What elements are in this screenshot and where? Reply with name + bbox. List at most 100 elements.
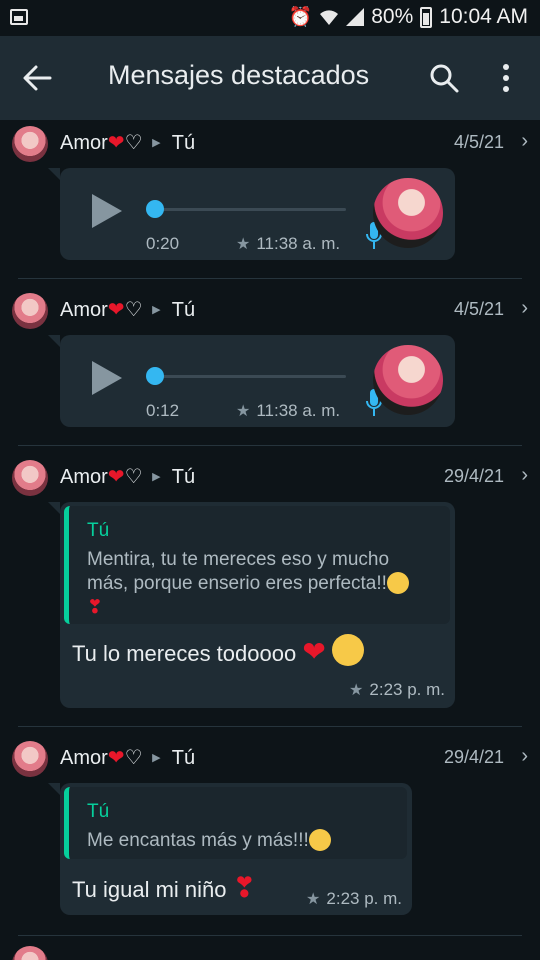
heart-emoji-icon: ❤ [107, 132, 125, 154]
message-date: 29/4/21 [443, 466, 504, 486]
message-text: Tu lo mereces todoooo [72, 641, 297, 666]
message-text-row: Tu lo mereces todoooo ❤ [72, 634, 364, 668]
quote-text: Me encantas más y más!!! [87, 829, 331, 853]
message-meta: ★ 2:23 p. m. [349, 680, 445, 700]
recipient-name: Tú [171, 466, 196, 488]
voice-sender-avatar [373, 178, 443, 248]
pleading-face-emoji-icon [331, 634, 364, 666]
starred-message-item[interactable]: Amor❤♡ ▶ Tú 29/4/21 › Tú Mentira, tu te … [0, 454, 540, 727]
starred-message-item[interactable]: Amor❤♡ ▶ Tú 4/5/21 › 0:20 ★ 11:38 a. m. [0, 120, 540, 279]
quoted-message[interactable]: Tú Mentira, tu te mereces eso y mucho má… [64, 506, 450, 624]
message-time: 11:38 a. m. [256, 234, 341, 253]
star-icon: ★ [349, 682, 364, 699]
recipient-name: Tú [171, 299, 196, 321]
quote-line: Mentira, tu te mereces eso y mucho [87, 549, 390, 570]
avatar[interactable] [12, 741, 48, 777]
heart-eyes-emoji-icon [308, 829, 331, 851]
heart-exclamation-emoji-icon: ❣ [232, 872, 257, 903]
message-date: 4/5/21 [453, 299, 504, 319]
audio-progress-track[interactable] [154, 375, 346, 378]
starred-message-item[interactable]: Amor❤♡ ▶ Tú 29/4/21 › Tú Me encantas más… [0, 735, 540, 936]
message-time: 2:23 p. m. [326, 889, 402, 908]
message-text: Tu igual mi niño [72, 877, 227, 902]
reply-message-bubble[interactable]: Tú Me encantas más y más!!! Tu igual mi … [48, 783, 412, 915]
battery-icon [420, 6, 433, 28]
voice-duration: 0:12 [146, 401, 180, 420]
quote-author: Tú [87, 801, 110, 822]
message-time: 2:23 p. m. [369, 680, 445, 699]
star-icon: ★ [236, 236, 251, 253]
quote-line: más, porque enserio eres perfecta!! [87, 573, 387, 594]
sender-recipient: Amor❤♡ ▶ Tú [60, 297, 195, 322]
clock: 10:04 AM [439, 5, 528, 28]
sender-name: Amor [60, 299, 108, 321]
avatar[interactable] [12, 293, 48, 329]
audio-progress-track[interactable] [154, 208, 346, 211]
sender-name: Amor [60, 132, 108, 154]
sender-name: Amor [60, 466, 108, 488]
alarm-icon: ⏰ [288, 7, 313, 28]
audio-seek-knob[interactable] [146, 200, 164, 218]
sender-suffix: ♡ [124, 299, 143, 321]
arrow-right-icon: ▶ [152, 752, 161, 764]
red-heart-emoji-icon: ❤ [302, 636, 326, 667]
avatar[interactable] [12, 126, 48, 162]
chevron-right-icon[interactable]: › [521, 297, 528, 320]
chevron-right-icon[interactable]: › [521, 464, 528, 487]
arrow-right-icon: ▶ [152, 304, 161, 316]
quote-line: Me encantas más y más!!! [87, 830, 309, 851]
message-text-row: Tu igual mi niño ❣ [72, 871, 256, 904]
sender-recipient: Amor❤♡ ▶ Tú [60, 464, 195, 489]
back-arrow-icon[interactable] [20, 58, 54, 98]
status-bar: ⏰ 80% 10:04 AM [0, 0, 540, 36]
message-time: 11:38 a. m. [256, 401, 341, 420]
play-icon[interactable] [92, 361, 122, 395]
signal-icon [346, 8, 365, 26]
audio-seek-knob[interactable] [146, 367, 164, 385]
chevron-right-icon[interactable]: › [521, 745, 528, 768]
message-meta: ★ 11:38 a. m. [236, 234, 340, 254]
voice-sender-avatar [373, 345, 443, 415]
star-icon: ★ [236, 403, 251, 420]
app-bar: Mensajes destacados [0, 36, 540, 120]
heart-exclamation-emoji-icon: ❣ [87, 597, 103, 618]
heart-emoji-icon: ❤ [107, 747, 125, 769]
heart-emoji-icon: ❤ [107, 466, 125, 488]
wifi-icon [320, 10, 339, 25]
sender-recipient: Amor❤♡ ▶ Tú [60, 130, 195, 155]
recipient-name: Tú [171, 747, 196, 769]
play-icon[interactable] [92, 194, 122, 228]
battery-percent: 80% [371, 5, 414, 28]
heart-emoji-icon: ❤ [107, 299, 125, 321]
star-icon: ★ [306, 891, 321, 908]
quote-text: Mentira, tu te mereces eso y mucho más, … [87, 548, 409, 620]
recipient-name: Tú [171, 132, 196, 154]
arrow-right-icon: ▶ [152, 471, 161, 483]
avatar[interactable] [12, 946, 48, 960]
reply-message-bubble[interactable]: Tú Mentira, tu te mereces eso y mucho má… [48, 502, 455, 708]
message-date: 29/4/21 [443, 747, 504, 767]
starred-message-item[interactable] [0, 944, 540, 960]
voice-duration: 0:20 [146, 234, 180, 253]
sender-recipient: Amor❤♡ ▶ Tú [60, 745, 195, 770]
page-title: Mensajes destacados [108, 60, 370, 90]
message-date: 4/5/21 [453, 132, 504, 152]
sender-suffix: ♡ [124, 747, 143, 769]
message-meta: ★ 2:23 p. m. [306, 889, 402, 909]
voice-message-bubble[interactable]: 0:12 ★ 11:38 a. m. [48, 335, 455, 427]
quoted-message[interactable]: Tú Me encantas más y más!!! [64, 787, 407, 859]
message-meta: ★ 11:38 a. m. [236, 401, 340, 421]
chevron-right-icon[interactable]: › [521, 130, 528, 153]
search-icon[interactable] [428, 62, 460, 94]
more-options-icon[interactable] [496, 62, 516, 94]
gallery-notification-icon [10, 9, 28, 25]
heart-eyes-emoji-icon [386, 572, 409, 594]
sender-suffix: ♡ [124, 466, 143, 488]
avatar[interactable] [12, 460, 48, 496]
quote-author: Tú [87, 520, 110, 541]
voice-message-bubble[interactable]: 0:20 ★ 11:38 a. m. [48, 168, 455, 260]
starred-message-item[interactable]: Amor❤♡ ▶ Tú 4/5/21 › 0:12 ★ 11:38 a. m. [0, 287, 540, 446]
arrow-right-icon: ▶ [152, 137, 161, 149]
sender-name: Amor [60, 747, 108, 769]
sender-suffix: ♡ [124, 132, 143, 154]
